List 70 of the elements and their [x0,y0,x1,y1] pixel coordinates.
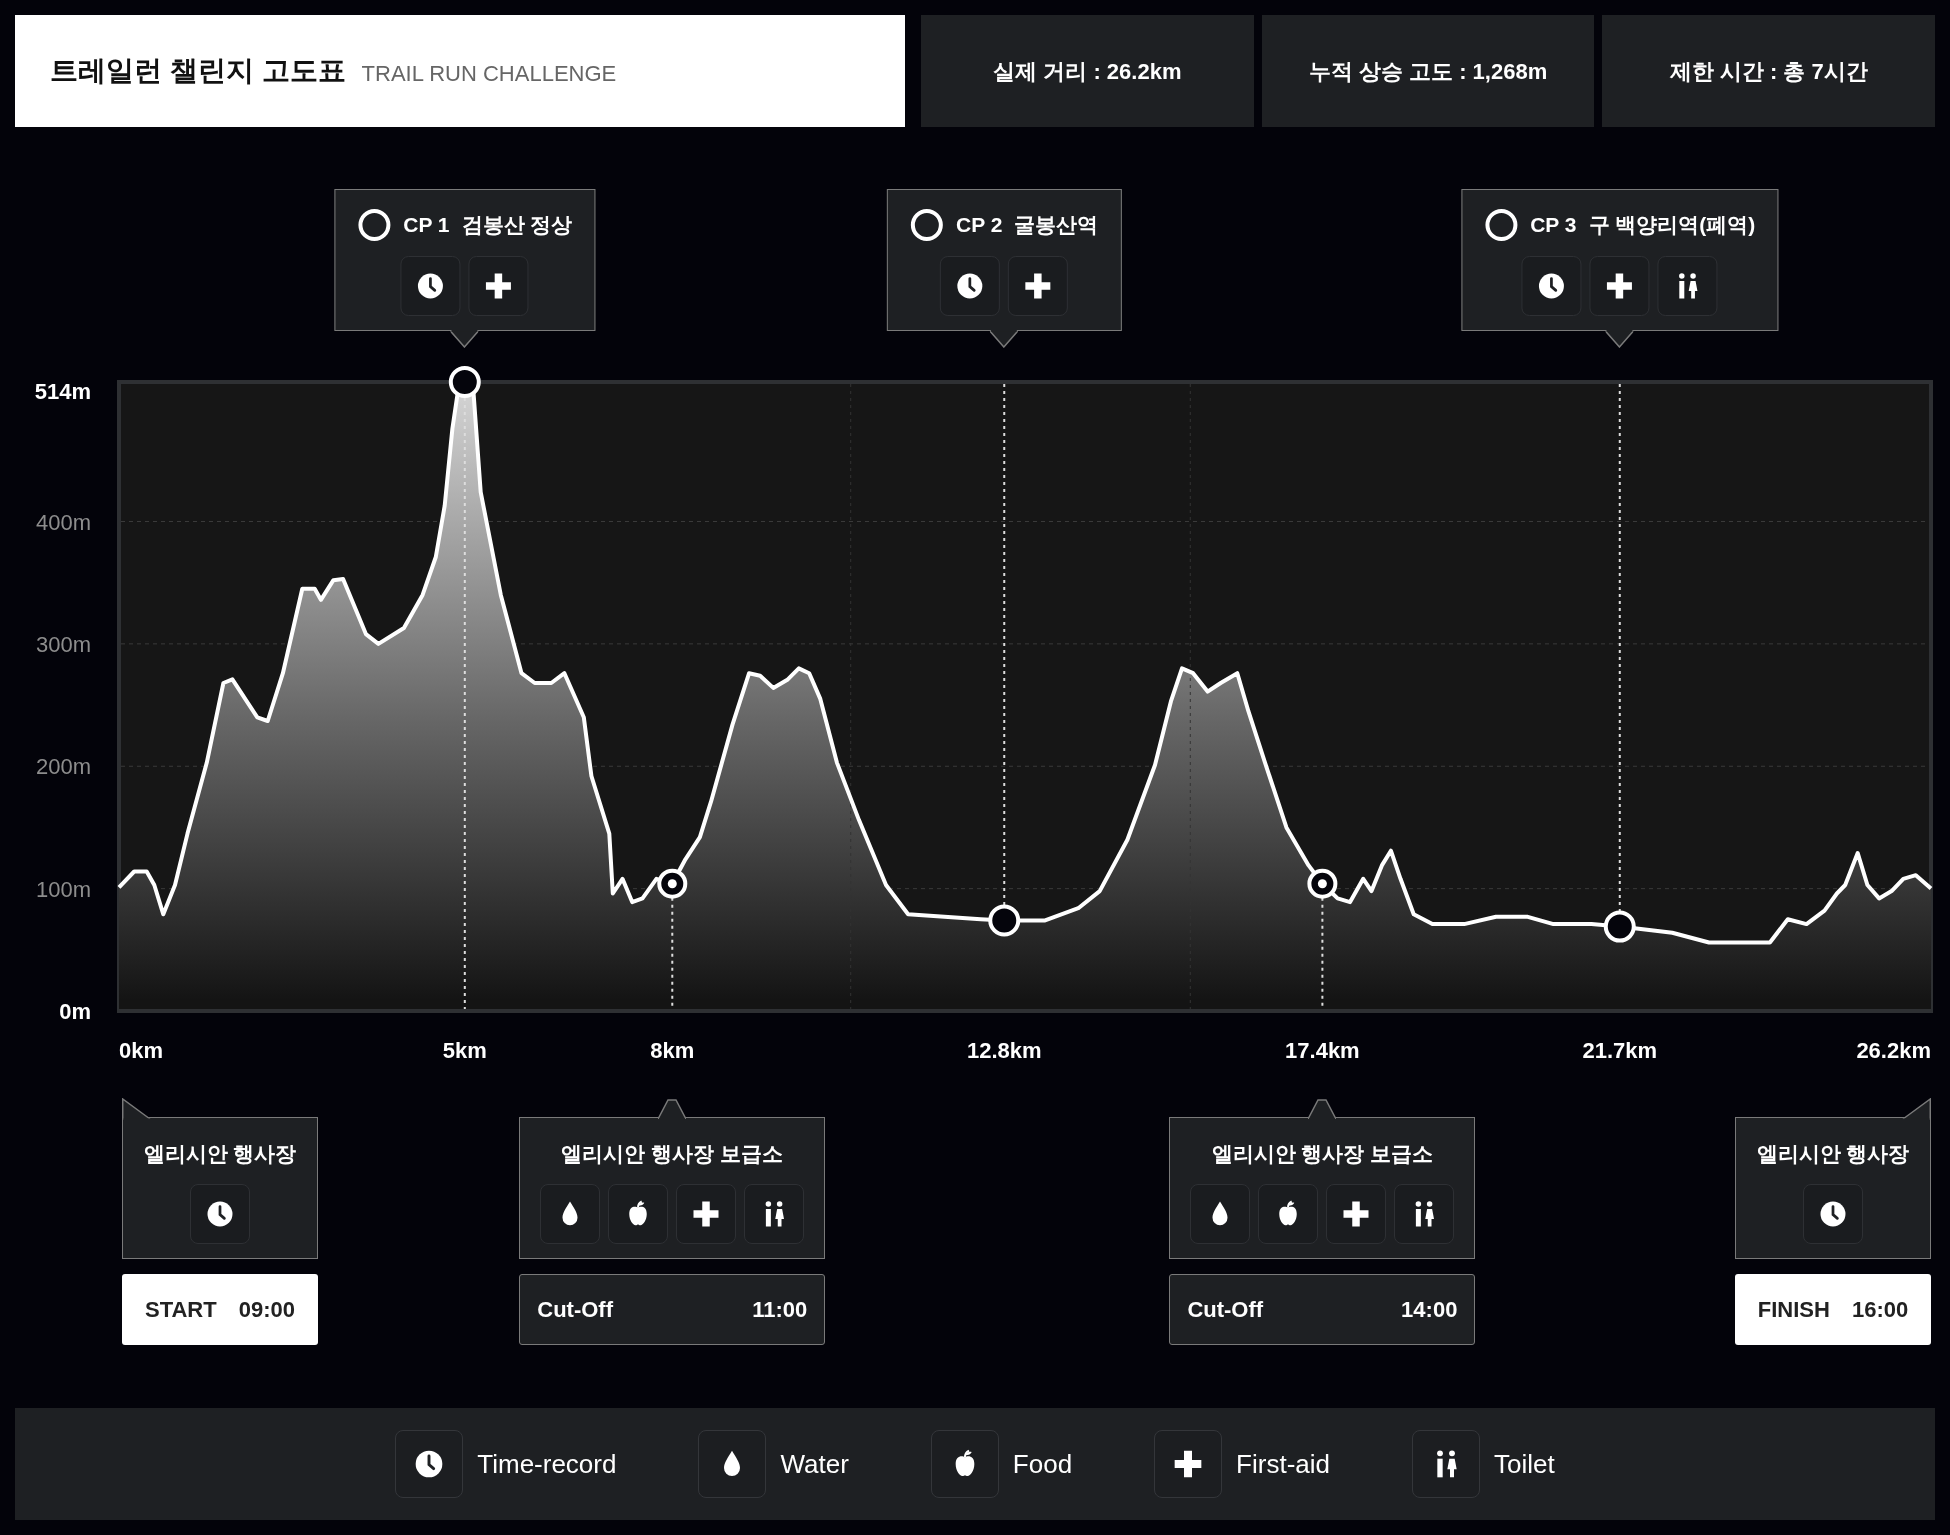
circle-icon [910,208,945,242]
circle-icon [1484,208,1519,242]
time-label: START [145,1296,217,1324]
station-name: 엘리시안 행사장 보급소 [1211,1141,1434,1167]
axis-label: 17.4km [1285,1038,1360,1063]
legend-label: Water [780,1447,849,1481]
plus-icon [1604,271,1635,301]
station-name: 엘리시안 행사장 [1756,1141,1910,1167]
legend-label: First-aid [1236,1447,1330,1481]
axis-label: 0m [59,999,91,1024]
facility-button[interactable] [744,1183,805,1244]
facility-button[interactable] [1803,1183,1863,1244]
time-label: Cut-Off [1187,1296,1264,1324]
legend-label: Time-record [477,1447,617,1481]
time-label: Cut-Off [537,1296,614,1324]
facility-button[interactable] [1589,256,1650,316]
axis-label: 26.2km [1856,1038,1931,1063]
facility-button[interactable] [468,256,529,316]
page-title: 트레일런 챌린지 고도표 [50,54,346,88]
axis-label: 200m [35,754,91,780]
checkpoint-label: CP 3 [1530,212,1577,239]
checkpoint-marker [988,904,1021,937]
facility-button[interactable] [1190,1183,1251,1244]
checkpoint-name: 구 백양리역(폐역) [1588,212,1756,239]
checkpoint-label: CP 1 [403,212,450,239]
axis-label: 0km [119,1038,164,1063]
time-value: 14:00 [1401,1296,1458,1324]
stat-panel: 제한 시간 : 총 7시간 [1602,15,1935,127]
station-name: 엘리시안 행사장 [143,1141,297,1167]
facility-button[interactable] [1258,1183,1319,1244]
legend-label: Food [1012,1447,1073,1481]
clock-icon [415,271,446,301]
circle-icon [357,208,392,242]
facility-button[interactable] [940,256,1001,316]
page-subtitle: TRAIL RUN CHALLENGE [361,59,617,88]
station-name: 엘리시안 행사장 보급소 [561,1141,784,1167]
clock-icon [1536,271,1567,301]
facility-button[interactable] [1657,256,1718,316]
axis-label: 12.8km [966,1038,1042,1063]
aid-station-marker [1307,868,1338,899]
stat-panel: 실제 거리 : 26.2km [921,15,1254,127]
facility-button[interactable] [676,1183,737,1244]
legend-label: Toilet [1494,1447,1555,1481]
axis-label: 400m [35,509,91,535]
facility-button[interactable] [400,256,461,316]
axis-label: 300m [35,631,91,657]
axis-label: 5km [442,1038,487,1063]
time-value: 09:00 [238,1296,295,1324]
axis-label: 514m [34,379,91,404]
checkpoint-marker [1603,910,1636,943]
time-value: 16:00 [1851,1296,1909,1324]
plus-icon [483,271,514,301]
checkpoint-name: 검봉산 정상 [461,212,573,239]
axis-label: 21.7km [1582,1038,1658,1063]
time-label: FINISH [1757,1296,1830,1324]
checkpoint-marker [448,366,481,398]
axis-label: 100m [35,876,91,902]
facility-button[interactable] [190,1183,250,1244]
facility-button[interactable] [1521,256,1582,316]
facility-button[interactable] [1326,1183,1387,1244]
facility-button[interactable] [1008,256,1069,316]
facility-button[interactable] [540,1183,601,1244]
checkpoint-name: 굴봉산역 [1014,212,1099,239]
facility-button[interactable] [608,1183,669,1244]
aid-station-marker [657,868,688,899]
time-value: 11:00 [752,1296,808,1324]
stat-panel: 누적 상승 고도 : 1,268m [1261,15,1595,127]
checkpoint-label: CP 2 [956,212,1003,239]
axis-label: 8km [650,1038,695,1063]
facility-button[interactable] [1394,1183,1455,1244]
